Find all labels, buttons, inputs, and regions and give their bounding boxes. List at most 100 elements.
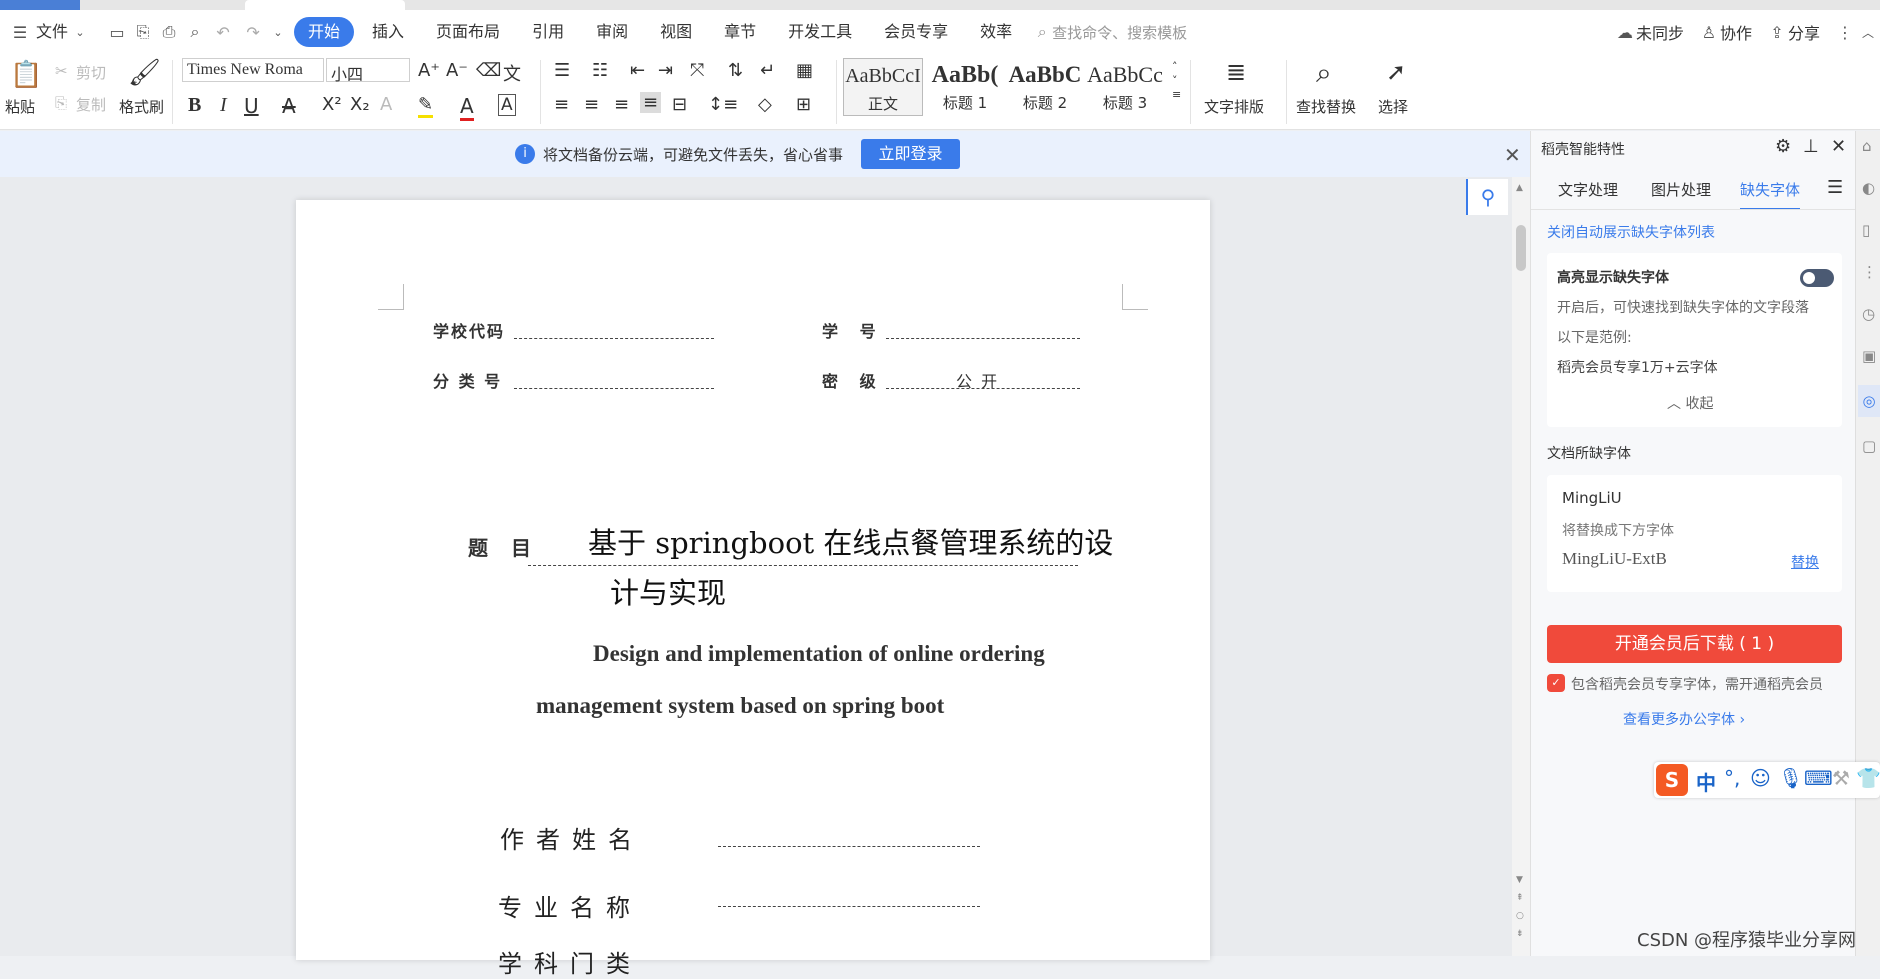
more-dropdown-icon[interactable]: ⌄ [268,26,288,39]
align-center-icon[interactable]: ≡ [584,94,599,115]
sidebar-icon-3[interactable]: ▯ [1862,221,1870,239]
redo-icon[interactable]: ↷ [238,23,268,42]
collapse-button[interactable]: ︿ 收起 [1667,393,1713,413]
scrollbar-thumb[interactable] [1516,225,1526,271]
panel-menu-icon[interactable]: ☰ [1827,177,1843,198]
more-vertical-icon[interactable]: ⋮ [1834,23,1856,42]
style-heading-2[interactable]: AaBbC 标题 2 [1005,58,1085,116]
highlight-toggle[interactable] [1800,269,1834,287]
undo-icon[interactable]: ↶ [208,23,238,42]
char-border-icon[interactable]: A [498,94,516,116]
cut-button[interactable]: 剪切 [76,62,106,83]
tab-member[interactable]: 会员专享 [874,17,958,47]
tab-references[interactable]: 引用 [522,17,574,47]
tab-review[interactable]: 审阅 [586,17,638,47]
text-layout-button[interactable]: 文字排版 [1204,96,1264,117]
text-direction-icon[interactable]: ⤧ [690,60,704,81]
login-button[interactable]: 立即登录 [861,139,960,169]
tab-view[interactable]: 视图 [650,17,702,47]
distribute-icon[interactable]: ⊟ [672,94,687,115]
sidebar-icon-5[interactable]: ◷ [1862,305,1875,323]
sidebar-icon-8[interactable]: ▢ [1862,437,1876,455]
bullet-list-icon[interactable]: ☰ [554,60,570,81]
keyboard-icon[interactable]: ⌨ [1804,766,1833,790]
tab-section[interactable]: 章节 [714,17,766,47]
sidebar-icon-4[interactable]: ⋮ [1862,263,1877,281]
tab-insert[interactable]: 插入 [362,17,414,47]
tab-layout[interactable]: 页面布局 [426,17,510,47]
styles-scroll-icon[interactable]: ˄ ˅ ≡ [1172,60,1181,102]
pin-icon[interactable]: ⊥ [1803,136,1819,157]
tab-developer[interactable]: 开发工具 [778,17,862,47]
collapse-ribbon-icon[interactable]: ︿ [1856,24,1880,41]
replace-link[interactable]: 替换 [1791,552,1819,572]
sidebar-icon-7[interactable]: ◎ [1858,385,1880,417]
subscript-icon[interactable]: X₂ [350,94,370,115]
highlight-icon[interactable]: ✎ [418,94,434,118]
underline-icon[interactable]: U [244,94,259,118]
tools-icon[interactable]: ⚒ [1832,766,1850,790]
print-preview-icon[interactable]: ⌕ [182,22,208,42]
clear-format-icon[interactable]: ⌫ [476,60,501,81]
file-menu[interactable]: 文件 [32,17,72,47]
tab-text-processing[interactable]: 文字处理 [1558,179,1618,200]
document-scrollbar[interactable]: ▲ ▼ ⇞ ○ ⇟ [1512,177,1530,956]
show-marks-icon[interactable]: ↵ [760,60,775,81]
outdent-icon[interactable]: ⇤ [630,60,645,81]
location-pin-icon[interactable]: ⚲ [1466,179,1508,215]
punctuation-icon[interactable]: °, [1724,766,1740,790]
border-icon[interactable]: ⊞ [796,94,811,115]
tab-image-processing[interactable]: 图片处理 [1651,179,1711,200]
settings-icon[interactable]: ⚙ [1775,136,1791,157]
save-icon[interactable]: ▭ [104,23,130,42]
line-spacing-icon[interactable]: ↕≡ [708,94,738,115]
style-heading-3[interactable]: AaBbCc 标题 3 [1085,58,1165,116]
tab-missing-fonts[interactable]: 缺失字体 [1740,179,1801,210]
text-effect-icon[interactable]: A [380,94,392,115]
align-left-icon[interactable]: ≡ [554,94,569,115]
collab-button[interactable]: 协作 [1720,20,1752,44]
sort-icon[interactable]: ⇅ [728,60,743,81]
grid-icon[interactable]: ▦ [796,60,813,81]
style-heading-1[interactable]: AaBb(标题 1 [925,58,1005,116]
sidebar-icon-2[interactable]: ◐ [1862,179,1875,197]
paste-icon[interactable]: 📋 [10,60,42,90]
superscript-icon[interactable]: X² [322,94,342,115]
panel-close-icon[interactable]: ✕ [1831,136,1846,157]
align-right-icon[interactable]: ≡ [614,94,629,115]
command-search-input[interactable]: 查找命令、搜索模板 [1052,22,1262,43]
select-button[interactable]: 选择 [1378,96,1408,117]
style-normal[interactable]: AaBbCcI 正文 [843,58,923,116]
skin-icon[interactable]: 👕 [1856,766,1880,790]
more-fonts-link[interactable]: 查看更多办公字体 › [1623,709,1745,729]
chevron-down-icon[interactable]: ⌄ [72,26,88,39]
export-icon[interactable]: ⎘ [130,22,156,42]
sync-status[interactable]: 未同步 [1636,20,1684,44]
hamburger-icon[interactable]: ☰ [8,23,32,42]
paste-button[interactable]: 粘贴 [5,96,35,117]
tab-home[interactable]: 开始 [294,17,355,47]
microphone-icon[interactable]: 🎙 [1778,766,1803,790]
ime-language[interactable]: 中 [1696,767,1716,796]
font-color-icon[interactable]: A [460,94,474,121]
sidebar-icon-6[interactable]: ▣ [1862,347,1876,365]
format-painter-button[interactable]: 格式刷 [119,96,164,117]
copy-button[interactable]: 复制 [76,94,106,115]
justify-icon[interactable]: ≡ [640,92,662,113]
indent-icon[interactable]: ⇥ [658,60,673,81]
tab-efficiency[interactable]: 效率 [970,17,1022,47]
close-auto-show-link[interactable]: 关闭自动展示缺失字体列表 [1547,222,1715,242]
share-button[interactable]: 分享 [1788,20,1820,44]
sidebar-icon-1[interactable]: ⌂ [1862,137,1872,155]
panel-title[interactable]: 稻壳智能特性 [1541,139,1625,159]
strikethrough-icon[interactable]: A [282,94,296,118]
italic-icon[interactable]: I [220,94,227,117]
download-button[interactable]: 开通会员后下载 ( 1 ) [1547,625,1842,663]
print-icon[interactable]: ⎙ [156,22,182,42]
numbered-list-icon[interactable]: ☷ [592,60,608,81]
find-replace-button[interactable]: 查找替换 [1296,96,1356,117]
font-grow-icon[interactable]: A⁺ [418,60,440,81]
close-icon[interactable]: ✕ [1504,143,1521,167]
font-size-select[interactable]: 小四 [326,58,410,84]
phonetic-icon[interactable]: 文 [503,60,521,86]
